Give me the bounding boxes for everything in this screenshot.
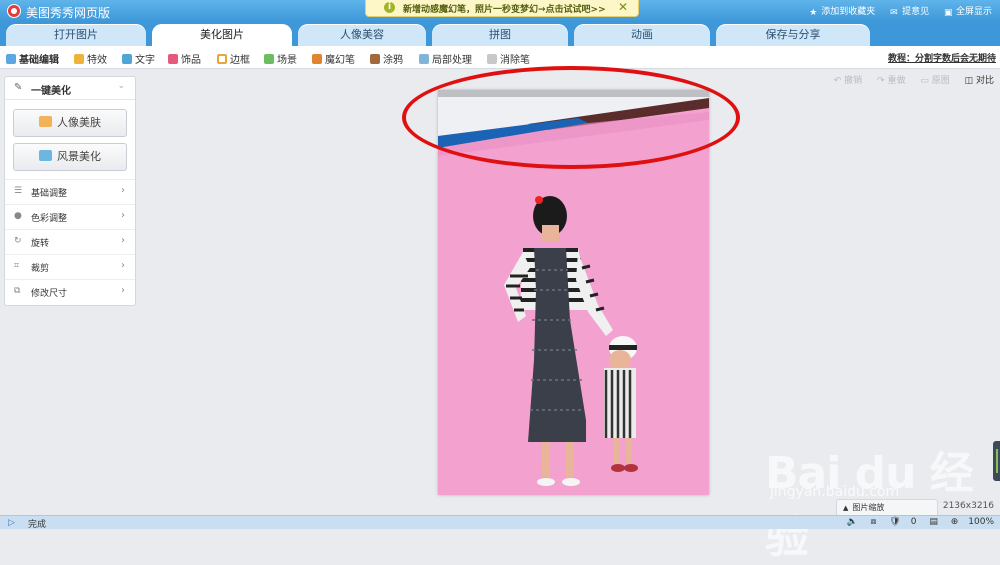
status-text: 完成: [28, 520, 47, 530]
undo-button[interactable]: ↶ 撤销: [834, 76, 862, 86]
star-icon: ★: [809, 8, 818, 18]
crop-icon: ⌗: [14, 261, 20, 271]
accessory-icon: [168, 54, 178, 64]
tab-save-share[interactable]: 保存与分享: [716, 24, 870, 46]
chevron-right-icon: ›: [121, 235, 125, 246]
chevron-right-icon: ›: [121, 285, 125, 296]
scene-icon: [264, 54, 274, 64]
zoom-panel: ▲ 图片缩放 2136x3216: [836, 499, 1000, 516]
tab-portrait[interactable]: 人像美容: [298, 24, 426, 46]
image-dimensions: 2136x3216: [942, 501, 994, 511]
chevron-right-icon: ›: [121, 260, 125, 271]
feature-toolbar: 基础编辑 特效 文字 饰品 边框 场景 魔幻笔 涂鸦 局部处理 消除笔 教程：分…: [0, 46, 1000, 69]
tool-text[interactable]: 文字: [122, 51, 155, 66]
one-click-beautify-label: 一键美化: [31, 86, 71, 97]
app-title: 美图秀秀网页版: [26, 6, 111, 20]
redo-button[interactable]: ↷ 重做: [877, 76, 905, 86]
eraser-pen-icon: [487, 54, 497, 64]
app-logo-icon: [7, 4, 21, 18]
tool-effects[interactable]: 特效: [74, 51, 107, 66]
tool-scene[interactable]: 场景: [264, 51, 297, 66]
list-item-basic-adjust[interactable]: ☰ 基础调整 ›: [5, 179, 135, 204]
info-icon: i: [384, 2, 395, 13]
landscape-icon: [39, 150, 52, 161]
list-item-crop[interactable]: ⌗ 裁剪 ›: [5, 254, 135, 279]
tab-open-image[interactable]: 打开图片: [6, 24, 146, 46]
main-tab-bar: 打开图片 美化图片 人像美容 拼图 动画 保存与分享: [0, 22, 1000, 46]
tutorial-link[interactable]: 教程：分割字数后会无期待: [888, 51, 996, 64]
image-zoom-toggle[interactable]: ▲ 图片缩放: [836, 499, 938, 516]
resize-icon: ⧉: [14, 286, 21, 296]
frame-icon: [217, 54, 227, 64]
tool-frame[interactable]: 边框: [217, 51, 250, 66]
edit-action-bar: ↶ 撤销 ↷ 重做 ▭ 原图 ◫ 对比: [822, 73, 994, 89]
local-process-icon: [419, 54, 429, 64]
doodle-icon: [370, 54, 380, 64]
magic-pen-icon: [312, 54, 322, 64]
adjust-list: ☰ 基础调整 › ● 色彩调整 › ↻ 旋转 › ⌗ 裁剪 › ⧉ 修改尺寸 ›: [5, 179, 135, 304]
annotation-ellipse: [402, 66, 740, 169]
play-icon: ▷: [8, 518, 15, 528]
list-item-color-adjust[interactable]: ● 色彩调整 ›: [5, 204, 135, 229]
notice-close-icon[interactable]: ✕: [618, 0, 628, 14]
tool-accessory[interactable]: 饰品: [168, 51, 201, 66]
portrait-icon: [39, 116, 52, 127]
status-bar: ▷ 完成 🔈 ⧇ 🛡 0 ▤ ⊕ 100%: [0, 515, 1000, 530]
zoom-level[interactable]: ⊕ 100%: [951, 517, 994, 527]
chevron-right-icon: ›: [121, 210, 125, 221]
fullscreen-link[interactable]: ▣ 全屏显示: [943, 7, 992, 18]
magic-wand-icon: ✎: [14, 82, 23, 93]
tool-local-process[interactable]: 局部处理: [419, 51, 472, 66]
list-item-resize[interactable]: ⧉ 修改尺寸 ›: [5, 279, 135, 304]
sound-icon[interactable]: 🔈: [847, 517, 858, 527]
tool-doodle[interactable]: 涂鸦: [370, 51, 403, 66]
fullscreen-icon: ▣: [943, 8, 953, 18]
title-bar: 美图秀秀网页版 i 新增动感魔幻笔，照片一秒变梦幻→点击试试吧>> ✕ ★ 添加到…: [0, 0, 1000, 22]
notice-banner[interactable]: i 新增动感魔幻笔，照片一秒变梦幻→点击试试吧>> ✕: [365, 0, 639, 17]
original-button[interactable]: ▭ 原图: [920, 76, 949, 86]
landscape-button[interactable]: 风景美化: [13, 143, 127, 171]
effects-icon: [74, 54, 84, 64]
sliders-icon: ☰: [14, 186, 23, 196]
add-favorite-link[interactable]: ★ 添加到收藏夹: [809, 7, 875, 18]
screen-icon[interactable]: ▤: [929, 517, 938, 527]
basic-edit-icon: [6, 54, 16, 64]
tab-beautify-image[interactable]: 美化图片: [152, 24, 292, 46]
compare-button[interactable]: ◫ 对比: [965, 76, 994, 86]
palette-icon: ●: [14, 211, 22, 221]
feedback-icon: ✉: [890, 8, 898, 18]
notice-text[interactable]: 新增动感魔幻笔，照片一秒变梦幻→点击试试吧>>: [403, 2, 606, 15]
tool-magic-pen[interactable]: 魔幻笔: [312, 51, 355, 66]
caret-up-icon: ▲: [843, 504, 849, 512]
shield-counter[interactable]: 🛡 0: [889, 517, 916, 527]
tab-collage[interactable]: 拼图: [432, 24, 568, 46]
list-item-rotate[interactable]: ↻ 旋转 ›: [5, 229, 135, 254]
status-right: 🔈 ⧇ 🛡 0 ▤ ⊕ 100%: [837, 517, 994, 527]
one-click-beautify-header[interactable]: ✎ 一键美化 ⌄: [5, 77, 135, 100]
portrait-skin-button[interactable]: 人像美肤: [13, 109, 127, 137]
rotate-icon: ↻: [14, 236, 22, 246]
chevron-right-icon: ›: [121, 185, 125, 196]
plugin-icon[interactable]: ⧇: [871, 517, 877, 527]
text-icon: [122, 54, 132, 64]
left-panel: ✎ 一键美化 ⌄ 人像美肤 风景美化 ☰ 基础调整 › ● 色彩调整 › ↻ 旋…: [4, 76, 136, 306]
tool-eraser-pen[interactable]: 消除笔: [487, 51, 530, 66]
watermark-url: jingyan.baidu.com: [770, 484, 900, 500]
tab-animation[interactable]: 动画: [574, 24, 710, 46]
tool-basic-edit[interactable]: 基础编辑: [6, 51, 59, 66]
top-links: ★ 添加到收藏夹 ✉ 提意见 ▣ 全屏显示: [797, 4, 992, 18]
chevron-down-icon: ⌄: [117, 81, 125, 91]
feedback-link[interactable]: ✉ 提意见: [890, 7, 929, 18]
